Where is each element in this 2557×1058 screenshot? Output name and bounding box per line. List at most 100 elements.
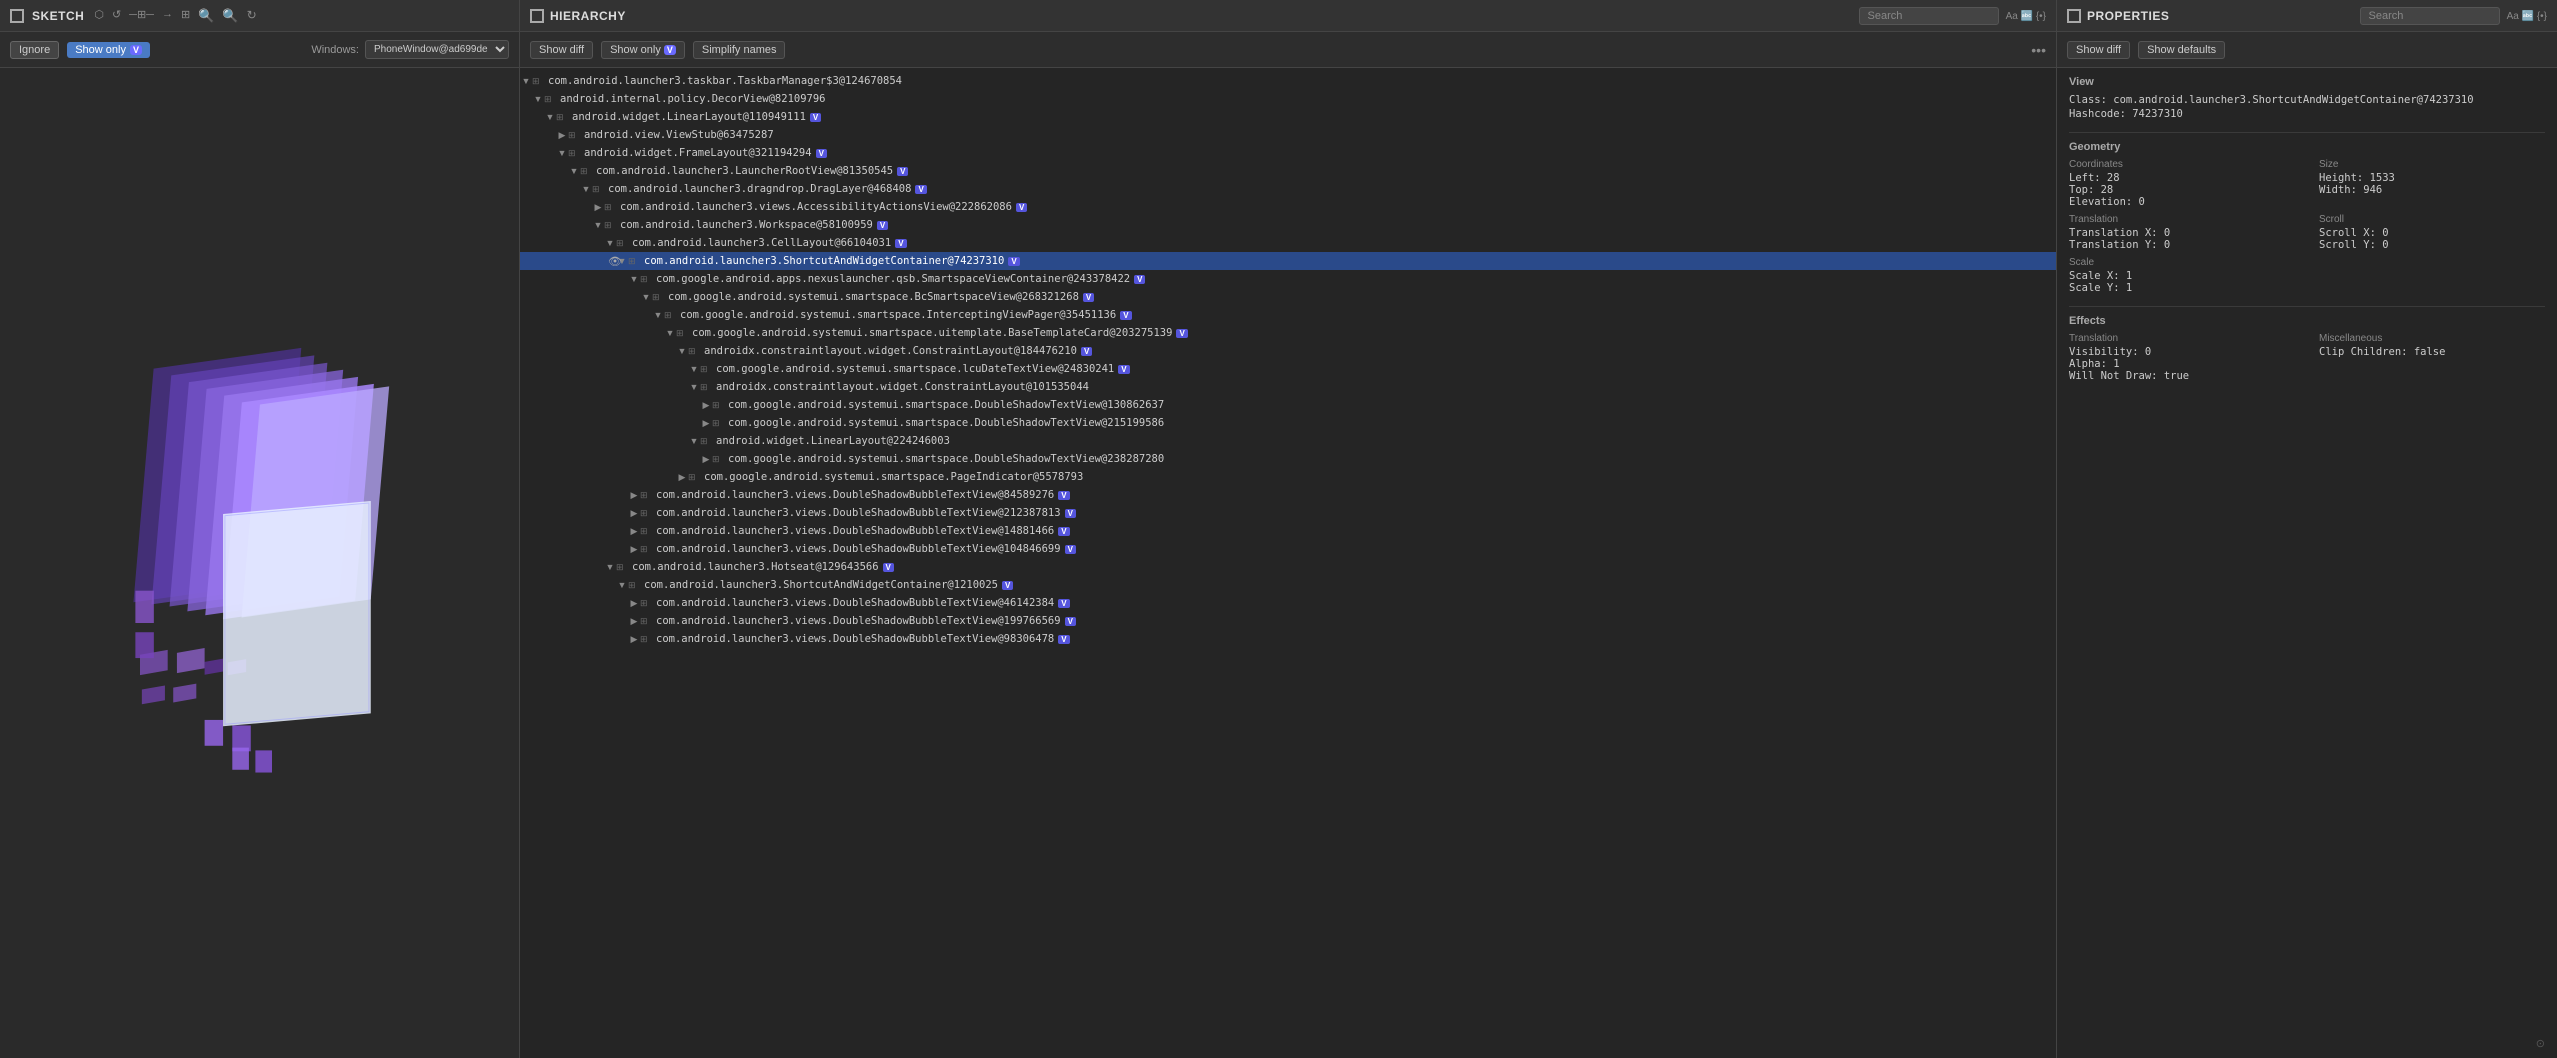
- tree-item[interactable]: ▶⊞android.view.ViewStub@63475287: [520, 126, 2056, 144]
- tree-item[interactable]: ▼⊞com.android.launcher3.LauncherRootView…: [520, 162, 2056, 180]
- tree-expand-arrow[interactable]: ▼: [688, 436, 700, 446]
- tree-expand-arrow[interactable]: ▶: [628, 544, 640, 555]
- nav-zoom-out[interactable]: 🔍: [220, 6, 240, 26]
- tree-expand-arrow[interactable]: ▶: [556, 130, 568, 141]
- tree-item[interactable]: ▶⊞com.android.launcher3.views.DoubleShad…: [520, 612, 2056, 630]
- tree-expand-arrow[interactable]: ▼: [520, 76, 532, 86]
- effects-misc-col: Miscellaneous Clip Children: false: [2319, 333, 2545, 382]
- tree-expand-arrow[interactable]: ▶: [700, 454, 712, 465]
- tree-item[interactable]: ▼⊞com.android.launcher3.ShortcutAndWidge…: [520, 576, 2056, 594]
- tree-expand-arrow[interactable]: ▶: [628, 526, 640, 537]
- tree-item[interactable]: ▼⊞com.android.launcher3.CellLayout@66104…: [520, 234, 2056, 252]
- tree-expand-arrow[interactable]: ▼: [592, 220, 604, 230]
- tree-expand-arrow[interactable]: ▼: [688, 382, 700, 392]
- tree-label: android.widget.FrameLayout@321194294: [584, 147, 812, 159]
- nav-icon-2[interactable]: ↺: [110, 6, 123, 26]
- properties-search-input[interactable]: [2360, 7, 2500, 25]
- tree-expand-arrow[interactable]: ▶: [628, 508, 640, 519]
- tree-expand-arrow[interactable]: ▼: [652, 310, 664, 320]
- tree-item[interactable]: ▶⊞com.google.android.systemui.smartspace…: [520, 450, 2056, 468]
- tree-item[interactable]: ▼⊞com.google.android.systemui.smartspace…: [520, 360, 2056, 378]
- tree-expand-arrow[interactable]: ▶: [628, 598, 640, 609]
- tree-item[interactable]: ▶⊞com.android.launcher3.views.DoubleShad…: [520, 630, 2056, 648]
- tree-item[interactable]: ▼⊞com.android.launcher3.Hotseat@12964356…: [520, 558, 2056, 576]
- tree-item[interactable]: ▼⊞com.google.android.systemui.smartspace…: [520, 288, 2056, 306]
- tree-item[interactable]: ▶⊞com.google.android.systemui.smartspace…: [520, 414, 2056, 432]
- will-not-draw: Will Not Draw: true: [2069, 370, 2295, 382]
- simplify-names-button[interactable]: Simplify names: [693, 41, 786, 59]
- tree-expand-arrow[interactable]: ▶: [628, 634, 640, 645]
- tree-item[interactable]: ▶⊞com.android.launcher3.views.DoubleShad…: [520, 486, 2056, 504]
- hierarchy-show-only-button[interactable]: Show only V: [601, 41, 685, 59]
- windows-select[interactable]: PhoneWindow@ad699de: [365, 40, 509, 59]
- tree-item[interactable]: ▼⊞android.internal.policy.DecorView@8210…: [520, 90, 2056, 108]
- nav-reset[interactable]: ↻: [245, 6, 259, 26]
- tree-label: com.android.launcher3.views.DoubleShadow…: [656, 489, 1054, 501]
- tree-item[interactable]: ▼⊞android.widget.FrameLayout@321194294V: [520, 144, 2056, 162]
- divider-2: [2069, 306, 2545, 307]
- tree-label: com.google.android.apps.nexuslauncher.qs…: [656, 273, 1130, 285]
- tree-expand-arrow[interactable]: ▶: [700, 400, 712, 411]
- tree-item[interactable]: ▼⊞androidx.constraintlayout.widget.Const…: [520, 378, 2056, 396]
- tree-expand-arrow[interactable]: ▶: [676, 472, 688, 483]
- tree-expand-arrow[interactable]: ▼: [640, 292, 652, 302]
- tree-node-icon: ⊞: [640, 490, 654, 501]
- more-options-button[interactable]: •••: [2031, 42, 2046, 58]
- eye-icon[interactable]: 👁: [608, 255, 622, 268]
- tree-item[interactable]: ▼⊞com.android.launcher3.dragndrop.DragLa…: [520, 180, 2056, 198]
- tree-item[interactable]: ▶⊞com.android.launcher3.views.DoubleShad…: [520, 504, 2056, 522]
- tree-item[interactable]: ▶⊞com.android.launcher3.views.DoubleShad…: [520, 540, 2056, 558]
- nav-icon-1[interactable]: ⬡: [92, 6, 106, 26]
- tree-item[interactable]: ▼⊞com.android.launcher3.taskbar.TaskbarM…: [520, 72, 2056, 90]
- tree-item[interactable]: ▶⊞com.android.launcher3.views.Accessibil…: [520, 198, 2056, 216]
- show-defaults-button[interactable]: Show defaults: [2138, 41, 2225, 59]
- nav-icon-4[interactable]: →: [160, 6, 175, 26]
- hierarchy-search-input[interactable]: [1859, 7, 1999, 25]
- tree-expand-arrow[interactable]: ▶: [700, 418, 712, 429]
- properties-show-diff-button[interactable]: Show diff: [2067, 41, 2130, 59]
- tree-expand-arrow[interactable]: ▼: [580, 184, 592, 194]
- nav-icon-5[interactable]: ⊞: [179, 6, 192, 26]
- tree-expand-arrow[interactable]: ▼: [616, 580, 628, 590]
- tree-item[interactable]: ▼⊞com.google.android.apps.nexuslauncher.…: [520, 270, 2056, 288]
- tree-expand-arrow[interactable]: ▼: [688, 364, 700, 374]
- tree-expand-arrow[interactable]: ▼: [544, 112, 556, 122]
- tree-node-icon: ⊞: [592, 184, 606, 195]
- tree-item[interactable]: ▼⊞com.android.launcher3.Workspace@581009…: [520, 216, 2056, 234]
- hierarchy-title: HIERARCHY: [550, 9, 626, 23]
- tree-label: com.android.launcher3.views.DoubleShadow…: [656, 507, 1061, 519]
- tree-expand-arrow[interactable]: ▼: [556, 148, 568, 158]
- tree-expand-arrow[interactable]: ▼: [532, 94, 544, 104]
- tree-item[interactable]: ▼⊞android.widget.LinearLayout@110949111V: [520, 108, 2056, 126]
- show-diff-button[interactable]: Show diff: [530, 41, 593, 59]
- tree-expand-arrow[interactable]: ▶: [628, 490, 640, 501]
- tree-label: com.android.launcher3.views.DoubleShadow…: [656, 633, 1054, 645]
- ignore-button[interactable]: Ignore: [10, 41, 59, 59]
- nav-zoom-in[interactable]: 🔍: [196, 6, 216, 26]
- tree-item[interactable]: ▶⊞com.google.android.systemui.smartspace…: [520, 468, 2056, 486]
- show-only-badge: V: [130, 45, 142, 55]
- tree-item[interactable]: 👁▼⊞com.android.launcher3.ShortcutAndWidg…: [520, 252, 2056, 270]
- show-only-button[interactable]: Show only V: [67, 42, 150, 58]
- tree-expand-arrow[interactable]: ▼: [628, 274, 640, 284]
- tree-expand-arrow[interactable]: ▼: [568, 166, 580, 176]
- tree-badge-v: V: [1176, 329, 1187, 338]
- tree-item[interactable]: ▶⊞com.android.launcher3.views.DoubleShad…: [520, 522, 2056, 540]
- tree-expand-arrow[interactable]: ▼: [676, 346, 688, 356]
- size-col: Size Height: 1533 Width: 946: [2319, 159, 2545, 208]
- tree-node-icon: ⊞: [712, 400, 726, 411]
- tree-expand-arrow[interactable]: ▶: [592, 202, 604, 213]
- tree-item[interactable]: ▶⊞com.google.android.systemui.smartspace…: [520, 396, 2056, 414]
- nav-icon-3[interactable]: ─⊞─: [127, 6, 156, 26]
- tree-item[interactable]: ▼⊞com.google.android.systemui.smartspace…: [520, 324, 2056, 342]
- tree-badge-v: V: [1065, 545, 1076, 554]
- tree-item[interactable]: ▼⊞android.widget.LinearLayout@224246003: [520, 432, 2056, 450]
- tree-node-icon: ⊞: [544, 94, 558, 105]
- tree-expand-arrow[interactable]: ▼: [664, 328, 676, 338]
- tree-expand-arrow[interactable]: ▼: [604, 238, 616, 248]
- tree-item[interactable]: ▼⊞androidx.constraintlayout.widget.Const…: [520, 342, 2056, 360]
- tree-item[interactable]: ▼⊞com.google.android.systemui.smartspace…: [520, 306, 2056, 324]
- tree-expand-arrow[interactable]: ▶: [628, 616, 640, 627]
- tree-expand-arrow[interactable]: ▼: [604, 562, 616, 572]
- tree-item[interactable]: ▶⊞com.android.launcher3.views.DoubleShad…: [520, 594, 2056, 612]
